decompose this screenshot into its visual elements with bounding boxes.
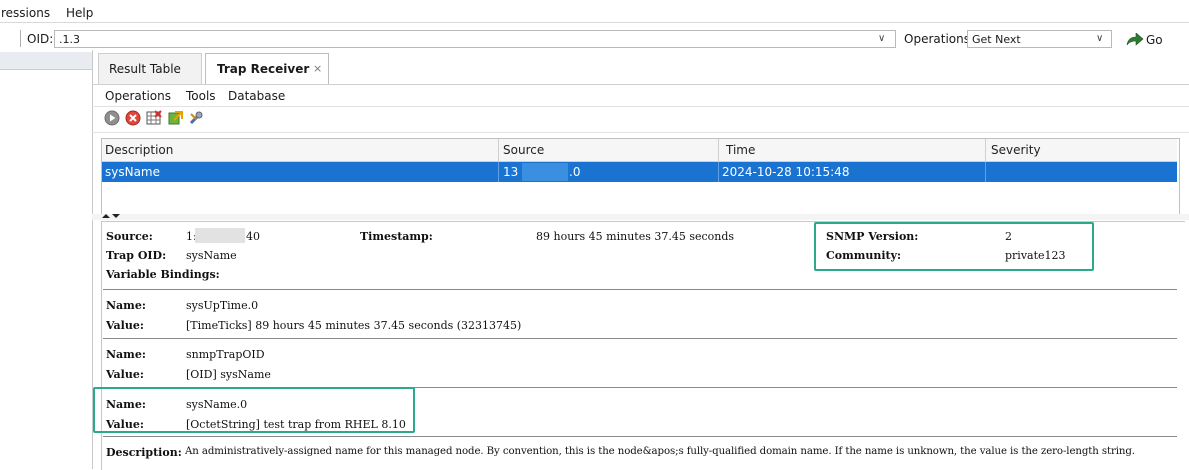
- toolbar-separator: [20, 30, 21, 47]
- tab-result-table[interactable]: Result Table: [98, 53, 202, 84]
- trap-oid-label: Trap OID:: [106, 249, 167, 262]
- operations-select[interactable]: Get Next ∨: [967, 30, 1112, 48]
- column-divider: [498, 139, 499, 161]
- menu-expressions[interactable]: ressions: [1, 6, 50, 20]
- column-divider: [498, 162, 499, 182]
- tab-trap-receiver[interactable]: Trap Receiver ×: [205, 53, 329, 84]
- submenu-database[interactable]: Database: [228, 89, 285, 103]
- operations-value: Get Next: [972, 33, 1021, 46]
- clear-table-icon[interactable]: [146, 110, 162, 126]
- binding-name: sysUpTime.0: [186, 299, 259, 312]
- column-header-description[interactable]: Description: [105, 143, 173, 163]
- split-pane-divider[interactable]: [92, 214, 1189, 220]
- redacted-block: [522, 163, 568, 181]
- column-header-time[interactable]: Time: [726, 143, 755, 163]
- column-divider: [718, 139, 719, 161]
- left-panel-header: [0, 52, 92, 70]
- binding-value-label: Value:: [106, 319, 144, 332]
- binding-value-label: Value:: [106, 368, 144, 381]
- description-value: An administratively-assigned name for th…: [185, 446, 1135, 457]
- go-arrow-icon: [1126, 33, 1144, 46]
- column-divider: [985, 162, 986, 182]
- trap-oid-value: sysName: [186, 249, 237, 262]
- description-label: Description:: [106, 446, 182, 459]
- highlight-box-sysname-binding: [93, 387, 415, 433]
- toolbar-divider: [92, 132, 1189, 133]
- binding-value: [OID] sysName: [186, 368, 271, 381]
- tab-label: Trap Receiver: [217, 62, 310, 76]
- go-button[interactable]: Go: [1126, 31, 1174, 49]
- binding-name: snmpTrapOID: [186, 348, 265, 361]
- chevron-down-icon[interactable]: ∨: [1096, 33, 1103, 44]
- highlight-box-snmp-info: [814, 222, 1094, 271]
- column-divider: [718, 162, 719, 182]
- cell-time: 2024-10-28 10:15:48: [722, 165, 850, 179]
- timestamp-label: Timestamp:: [360, 230, 433, 243]
- settings-icon[interactable]: [188, 110, 204, 126]
- table-row[interactable]: [102, 162, 1177, 182]
- menubar-divider: [0, 22, 1189, 23]
- timestamp-value: 89 hours 45 minutes 37.45 seconds: [536, 230, 735, 243]
- cell-source-suffix: .0: [569, 165, 581, 179]
- chevron-down-icon[interactable]: ∨: [878, 33, 885, 44]
- go-label: Go: [1146, 33, 1163, 47]
- stop-icon[interactable]: [125, 110, 141, 126]
- column-header-source[interactable]: Source: [503, 143, 544, 163]
- column-divider: [985, 139, 986, 161]
- binding-value: [TimeTicks] 89 hours 45 minutes 37.45 se…: [186, 319, 522, 332]
- section-divider: [103, 289, 1177, 290]
- splitter-arrows-icon[interactable]: [102, 213, 122, 219]
- tab-bar-divider: [92, 84, 1189, 85]
- cell-description: sysName: [105, 165, 161, 179]
- cell-source-prefix: 13: [503, 165, 519, 179]
- column-header-severity[interactable]: Severity: [991, 143, 1041, 163]
- oid-input[interactable]: .1.3 ∨: [54, 30, 896, 48]
- operations-label: Operations:: [904, 32, 975, 46]
- close-icon[interactable]: ×: [313, 62, 322, 75]
- menu-help[interactable]: Help: [66, 6, 93, 20]
- section-divider: [103, 436, 1177, 437]
- oid-value: .1.3: [59, 33, 80, 46]
- source-label: Source:: [106, 230, 153, 243]
- left-panel: [0, 50, 93, 469]
- section-divider: [103, 338, 1177, 339]
- tab-label: Result Table: [109, 62, 181, 76]
- submenu-tools[interactable]: Tools: [186, 89, 216, 103]
- redacted-block: [195, 228, 245, 243]
- binding-name-label: Name:: [106, 348, 146, 361]
- submenu-operations[interactable]: Operations: [105, 89, 171, 103]
- variable-bindings-label: Variable Bindings:: [106, 268, 220, 281]
- menu-bar: ressions Help: [0, 0, 1189, 22]
- source-suffix: 40: [246, 230, 260, 243]
- oid-label: OID:: [27, 32, 54, 46]
- binding-name-label: Name:: [106, 299, 146, 312]
- start-icon[interactable]: [104, 110, 120, 126]
- submenu-divider: [92, 106, 1189, 107]
- export-icon[interactable]: [167, 110, 183, 126]
